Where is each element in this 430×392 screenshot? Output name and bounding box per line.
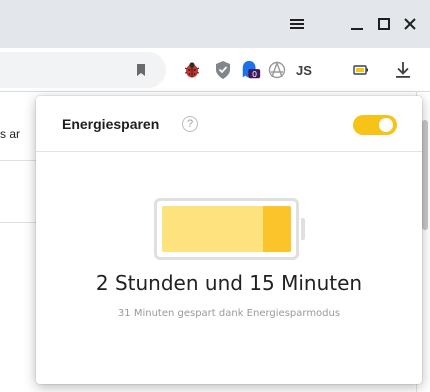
page-divider: [0, 160, 36, 161]
remaining-time: 2 Stunden und 15 Minuten: [95, 271, 363, 295]
saved-time-note: 31 Minuten gespart dank Energiesparmodus: [117, 308, 341, 319]
menu-icon[interactable]: [287, 14, 307, 34]
battery-graphic: [154, 198, 299, 260]
battery-saved-fill: [263, 206, 291, 252]
browser-toolbar: 0 JS: [0, 48, 430, 92]
ghostery-badge: 0: [252, 70, 258, 79]
popup-header: Energiesparen ?: [36, 96, 422, 152]
page-text-fragment: s ar: [0, 127, 21, 141]
page-divider: [0, 222, 36, 223]
close-icon[interactable]: [400, 14, 420, 34]
bookmark-icon[interactable]: [130, 59, 152, 81]
energy-saver-toggle[interactable]: [353, 115, 397, 135]
shield-extension-icon[interactable]: [212, 59, 234, 81]
popup-title: Energiesparen: [62, 116, 160, 132]
anarchy-extension-icon[interactable]: [266, 59, 288, 81]
ghostery-extension-icon[interactable]: 0: [240, 59, 262, 81]
help-icon[interactable]: ?: [182, 116, 198, 132]
page-scrollbar[interactable]: [422, 120, 428, 230]
window-titlebar: [0, 0, 430, 48]
js-extension-icon[interactable]: JS: [291, 59, 317, 81]
ladybug-extension-icon[interactable]: [181, 59, 203, 81]
battery-extension-icon[interactable]: [350, 59, 372, 81]
download-icon[interactable]: [392, 59, 414, 81]
energy-saver-popup: Energiesparen ? 2 Stunden und 15 Minuten…: [36, 96, 422, 384]
minimize-icon[interactable]: [347, 14, 367, 34]
address-bar[interactable]: [0, 52, 166, 88]
maximize-icon[interactable]: [374, 14, 394, 34]
toggle-knob: [379, 118, 393, 132]
battery-tip: [301, 218, 305, 240]
